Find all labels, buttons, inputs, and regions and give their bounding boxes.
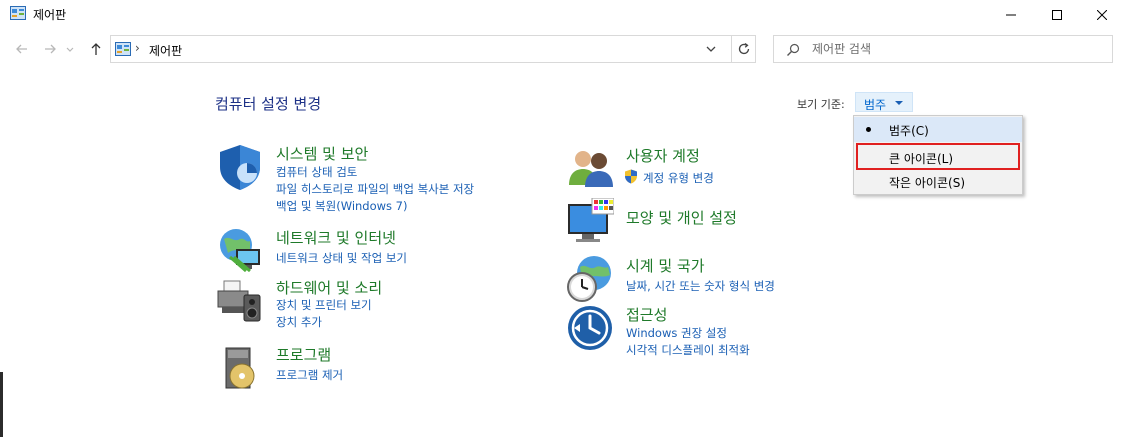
link-windows-recommended[interactable]: Windows 권장 설정 bbox=[626, 325, 727, 341]
forward-button[interactable] bbox=[40, 39, 60, 59]
link-review-status[interactable]: 컴퓨터 상태 검토 bbox=[276, 164, 357, 180]
link-change-account-type[interactable]: 계정 유형 변경 bbox=[643, 170, 714, 186]
search-icon bbox=[787, 43, 800, 56]
back-button[interactable] bbox=[12, 39, 32, 59]
close-icon bbox=[1097, 10, 1107, 20]
dropdown-arrow-icon bbox=[895, 101, 903, 105]
window-edge bbox=[0, 372, 3, 437]
category-network-internet: 네트워크 및 인터넷 네트워크 상태 및 작업 보기 bbox=[216, 227, 536, 275]
control-panel-icon bbox=[10, 6, 26, 20]
control-panel-icon bbox=[115, 42, 131, 56]
arrow-right-icon bbox=[45, 44, 56, 54]
category-title[interactable]: 시계 및 국가 bbox=[626, 255, 705, 276]
users-icon[interactable] bbox=[566, 145, 614, 193]
category-title[interactable]: 접근성 bbox=[626, 304, 667, 325]
printer-speaker-icon[interactable] bbox=[216, 277, 264, 325]
link-backup-restore[interactable]: 백업 및 복원(Windows 7) bbox=[276, 198, 408, 214]
close-button[interactable] bbox=[1079, 0, 1125, 30]
category-title[interactable]: 모양 및 개인 설정 bbox=[626, 207, 737, 228]
category-title[interactable]: 사용자 계정 bbox=[626, 145, 700, 166]
arrow-up-icon bbox=[91, 43, 101, 55]
network-globe-icon[interactable] bbox=[216, 227, 264, 275]
link-devices-printers[interactable]: 장치 및 프린터 보기 bbox=[276, 297, 372, 313]
category-hardware-sound: 하드웨어 및 소리 장치 및 프린터 보기 장치 추가 bbox=[216, 277, 536, 329]
monitor-palette-icon[interactable] bbox=[566, 198, 614, 246]
category-title[interactable]: 네트워크 및 인터넷 bbox=[276, 227, 396, 248]
category-system-security: 시스템 및 보안 컴퓨터 상태 검토 파일 히스토리로 파일의 백업 복사본 저… bbox=[216, 143, 536, 213]
category-title[interactable]: 프로그램 bbox=[276, 344, 331, 365]
highlight-box bbox=[856, 143, 1020, 170]
search-box[interactable] bbox=[773, 35, 1113, 63]
link-network-status[interactable]: 네트워크 상태 및 작업 보기 bbox=[276, 250, 407, 266]
uac-shield-icon bbox=[625, 169, 637, 184]
view-by-dropdown[interactable]: 범주 bbox=[855, 92, 913, 112]
navigation-bar: › 제어판 bbox=[0, 33, 1125, 65]
clock-globe-icon[interactable] bbox=[566, 255, 614, 303]
chevron-down-icon[interactable] bbox=[705, 44, 717, 54]
page-title: 컴퓨터 설정 변경 bbox=[215, 95, 322, 113]
view-by-label: 보기 기준: bbox=[797, 98, 845, 111]
category-appearance: 모양 및 개인 설정 bbox=[566, 198, 886, 246]
menu-item-label: 범주(C) bbox=[889, 124, 929, 138]
category-title[interactable]: 시스템 및 보안 bbox=[276, 143, 368, 164]
menu-item-label: 작은 아이콘(S) bbox=[889, 176, 965, 190]
title-bar: 제어판 bbox=[0, 0, 1125, 30]
window-title: 제어판 bbox=[33, 8, 67, 22]
minimize-icon bbox=[1006, 14, 1016, 16]
link-uninstall-program[interactable]: 프로그램 제거 bbox=[276, 367, 343, 383]
link-file-history[interactable]: 파일 히스토리로 파일의 백업 복사본 저장 bbox=[276, 181, 474, 197]
category-title[interactable]: 하드웨어 및 소리 bbox=[276, 277, 382, 298]
breadcrumb-separator-icon: › bbox=[135, 41, 140, 55]
minimize-button[interactable] bbox=[988, 0, 1034, 30]
view-by-value: 범주 bbox=[864, 98, 887, 112]
chevron-down-icon bbox=[66, 47, 74, 52]
shield-icon[interactable] bbox=[216, 143, 264, 191]
category-clock-region: 시계 및 국가 날짜, 시간 또는 숫자 형식 변경 bbox=[566, 255, 886, 303]
category-user-accounts: 사용자 계정 계정 유형 변경 bbox=[566, 145, 886, 193]
breadcrumb-control-panel[interactable]: 제어판 bbox=[149, 42, 182, 59]
maximize-button[interactable] bbox=[1034, 0, 1080, 30]
link-date-time-format[interactable]: 날짜, 시간 또는 숫자 형식 변경 bbox=[626, 278, 775, 294]
menu-item-small-icons[interactable]: 작은 아이콘(S) bbox=[854, 169, 1022, 194]
program-disc-icon[interactable] bbox=[216, 344, 264, 392]
recent-locations-button[interactable] bbox=[64, 39, 76, 59]
menu-item-category[interactable]: 범주(C) bbox=[854, 117, 1022, 142]
category-ease-of-access: 접근성 Windows 권장 설정 시각적 디스플레이 최적화 bbox=[566, 304, 886, 358]
category-programs: 프로그램 프로그램 제거 bbox=[216, 344, 536, 392]
ease-of-access-icon[interactable] bbox=[566, 304, 614, 352]
address-divider bbox=[731, 36, 732, 62]
search-input[interactable] bbox=[812, 40, 1102, 58]
link-add-device[interactable]: 장치 추가 bbox=[276, 314, 322, 330]
refresh-icon[interactable] bbox=[737, 42, 751, 56]
maximize-icon bbox=[1052, 10, 1062, 20]
address-bar[interactable]: › 제어판 bbox=[110, 35, 756, 63]
selected-bullet-icon bbox=[866, 127, 871, 132]
up-button[interactable] bbox=[86, 39, 106, 59]
link-optimize-display[interactable]: 시각적 디스플레이 최적화 bbox=[626, 342, 750, 358]
arrow-left-icon bbox=[16, 44, 27, 54]
